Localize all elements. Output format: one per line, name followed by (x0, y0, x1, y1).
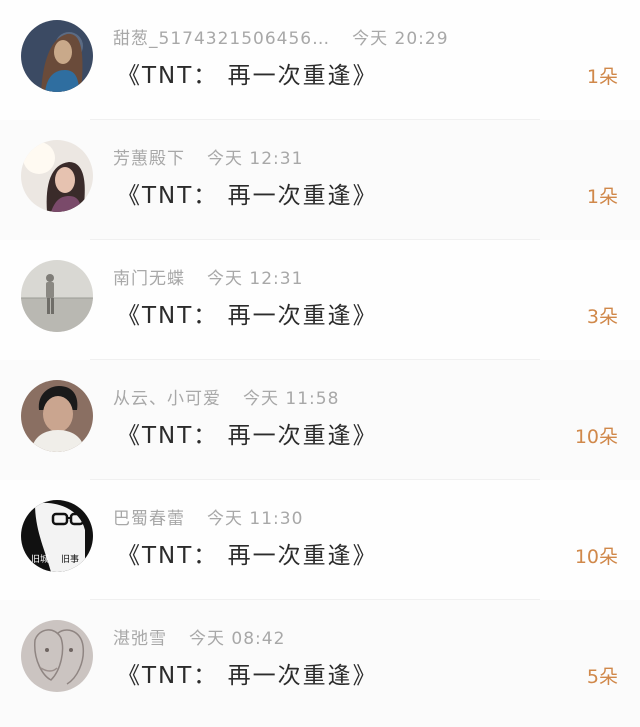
timestamp: 今天 08:42 (189, 629, 286, 649)
girl-long-hair-avatar[interactable] (21, 20, 93, 92)
item-meta: 甜葱_5174321506456… 今天 20:29 (113, 24, 449, 49)
beach-figure-avatar[interactable] (21, 260, 93, 332)
timestamp: 今天 11:30 (207, 509, 304, 529)
gift-title: 《TNT： 再一次重逢》 (117, 663, 378, 689)
flower-count: 3朵 (586, 306, 618, 328)
item-meta: 巴蜀春蕾 今天 11:30 (113, 504, 303, 529)
gift-title: 《TNT： 再一次重逢》 (117, 183, 378, 209)
list-item[interactable]: 从云、小可爱 今天 11:58 《TNT： 再一次重逢》 10朵 (0, 360, 640, 480)
username[interactable]: 湛弛雪 (113, 629, 167, 649)
boy-portrait-avatar[interactable] (21, 380, 93, 452)
timestamp: 今天 20:29 (352, 29, 449, 49)
item-meta: 从云、小可爱 今天 11:58 (113, 384, 339, 409)
timestamp: 今天 12:31 (207, 269, 304, 289)
gift-title: 《TNT： 再一次重逢》 (117, 543, 378, 569)
item-meta: 湛弛雪 今天 08:42 (113, 624, 285, 649)
item-meta: 芳蕙殿下 今天 12:31 (113, 144, 303, 169)
flower-count: 10朵 (574, 426, 618, 448)
timestamp: 今天 12:31 (207, 149, 304, 169)
username[interactable]: 从云、小可爱 (113, 389, 221, 409)
list-item[interactable]: 南门无蝶 今天 12:31 《TNT： 再一次重逢》 3朵 (0, 240, 640, 360)
svg-text:旧事: 旧事 (61, 553, 79, 565)
username[interactable]: 芳蕙殿下 (113, 149, 185, 169)
list-item[interactable]: 芳蕙殿下 今天 12:31 《TNT： 再一次重逢》 1朵 (0, 120, 640, 240)
gift-title: 《TNT： 再一次重逢》 (117, 63, 378, 89)
list-item[interactable]: 甜葱_5174321506456… 今天 20:29 《TNT： 再一次重逢》 1… (0, 0, 640, 120)
username[interactable]: 巴蜀春蕾 (113, 509, 185, 529)
flower-count: 1朵 (586, 66, 618, 88)
flower-count: 5朵 (586, 666, 618, 688)
flower-count: 1朵 (586, 186, 618, 208)
sketch-couple-avatar[interactable] (21, 620, 93, 692)
gift-list: 甜葱_5174321506456… 今天 20:29 《TNT： 再一次重逢》 1… (0, 0, 640, 727)
item-meta: 南门无蝶 今天 12:31 (113, 264, 303, 289)
list-item[interactable]: 旧城 旧事 巴蜀春蕾 今天 11:30 《TNT： 再一次重逢》 10朵 (0, 480, 640, 600)
gift-title: 《TNT： 再一次重逢》 (117, 303, 378, 329)
username[interactable]: 甜葱_5174321506456… (113, 29, 330, 49)
gift-title: 《TNT： 再一次重逢》 (117, 423, 378, 449)
svg-text:旧城: 旧城 (31, 554, 49, 565)
timestamp: 今天 11:58 (243, 389, 340, 409)
list-item[interactable]: 湛弛雪 今天 08:42 《TNT： 再一次重逢》 5朵 (0, 600, 640, 727)
girl-sunlight-avatar[interactable] (21, 140, 93, 212)
glasses-bw-avatar[interactable]: 旧城 旧事 (21, 500, 93, 572)
flower-count: 10朵 (574, 546, 618, 568)
username[interactable]: 南门无蝶 (113, 269, 185, 289)
